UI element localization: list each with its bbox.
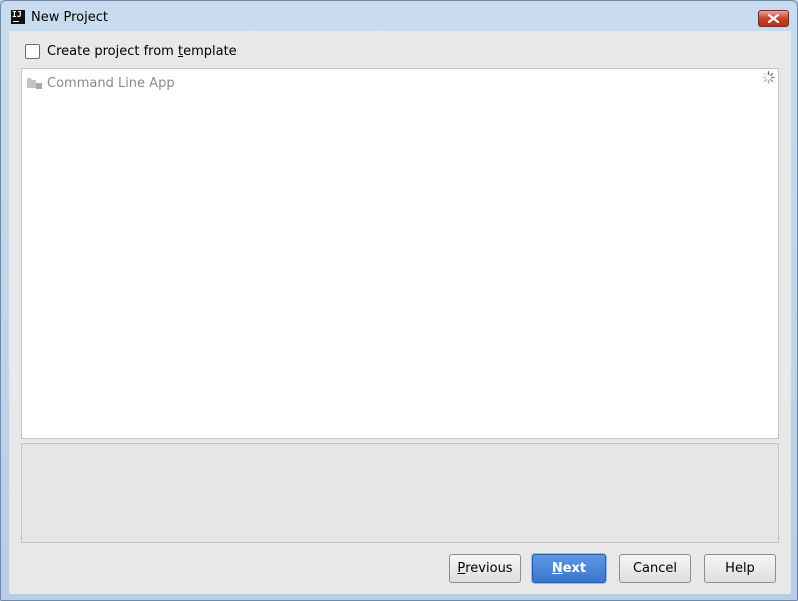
create-from-template-checkbox[interactable] xyxy=(25,43,40,59)
help-button[interactable]: Help xyxy=(704,554,776,583)
list-item[interactable]: Command Line App xyxy=(27,75,175,91)
project-type-list[interactable]: Command Line App xyxy=(21,68,779,439)
previous-button[interactable]: Previous xyxy=(449,554,521,583)
list-item-label: Command Line App xyxy=(47,75,175,91)
close-button[interactable] xyxy=(758,10,789,27)
next-button[interactable]: Next xyxy=(532,554,606,583)
title-bar[interactable]: IJ New Project xyxy=(1,1,797,31)
loading-spinner-icon xyxy=(762,71,775,84)
create-from-template-label: Create project from template xyxy=(47,43,237,59)
description-panel xyxy=(21,443,779,543)
dialog-content: Create project from template Command Lin… xyxy=(9,31,791,594)
new-project-window: IJ New Project Create project from templ… xyxy=(0,0,798,601)
intellij-app-icon: IJ xyxy=(11,10,25,24)
app-icon-text: IJ xyxy=(12,10,22,19)
create-from-template-option[interactable]: Create project from template xyxy=(25,42,237,60)
close-icon xyxy=(768,14,779,23)
cancel-button[interactable]: Cancel xyxy=(619,554,691,583)
window-title: New Project xyxy=(31,10,108,25)
folder-icon xyxy=(27,77,42,89)
